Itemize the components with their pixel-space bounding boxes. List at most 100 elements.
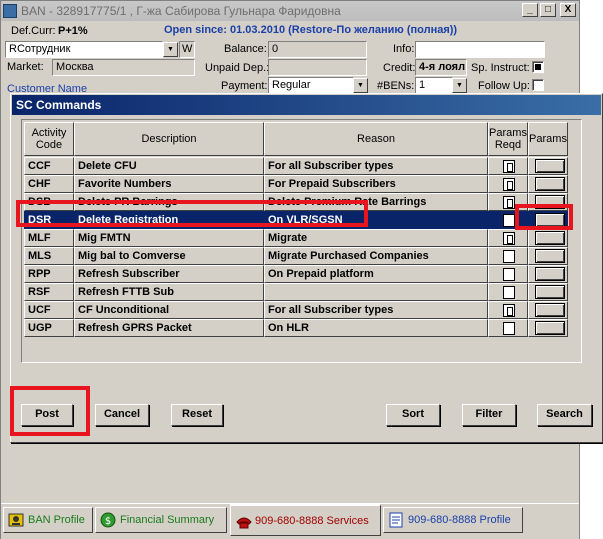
tab-financial-summary[interactable]: $ Financial Summary	[95, 507, 227, 533]
params-reqd-checkbox[interactable]	[503, 232, 515, 245]
table-row-selected[interactable]: DSR Delete Registration On VLR/SGSN	[24, 211, 580, 229]
cell-code: CCF	[24, 157, 74, 175]
col-header-reason[interactable]: Reason	[264, 122, 488, 156]
sp-instruct-checkbox[interactable]	[532, 61, 544, 73]
table-row[interactable]: CCF Delete CFU For all Subscriber types	[24, 157, 580, 175]
sort-button[interactable]: Sort	[386, 404, 440, 426]
tab-services[interactable]: 909-680-8888 Services	[230, 504, 381, 536]
filter-button[interactable]: Filter	[462, 404, 516, 426]
cell-code: UCF	[24, 301, 74, 319]
params-button[interactable]	[535, 177, 565, 191]
tab-label: Financial Summary	[120, 514, 215, 526]
cell-params-reqd	[488, 319, 528, 337]
post-button[interactable]: Post	[21, 404, 73, 426]
params-reqd-checkbox[interactable]	[503, 304, 515, 317]
cancel-button[interactable]: Cancel	[95, 404, 149, 426]
table-row[interactable]: RSF Refresh FTTB Sub	[24, 283, 580, 301]
minimize-button[interactable]: _	[522, 3, 538, 17]
params-button[interactable]	[535, 231, 565, 245]
params-reqd-checkbox[interactable]	[503, 214, 515, 227]
params-button[interactable]	[535, 195, 565, 209]
cell-reason: On Prepaid platform	[264, 265, 488, 283]
cell-code: RPP	[24, 265, 74, 283]
maximize-button[interactable]: □	[540, 3, 556, 17]
cell-params-reqd	[488, 229, 528, 247]
col-header-description[interactable]: Description	[74, 122, 264, 156]
params-button[interactable]	[535, 321, 565, 335]
follow-up-checkbox[interactable]	[532, 79, 544, 91]
params-reqd-checkbox[interactable]	[503, 268, 515, 281]
bens-dropdown-arrow-icon[interactable]: ▼	[452, 78, 467, 93]
cell-params-reqd	[488, 211, 528, 229]
table-row[interactable]: CHF Favorite Numbers For Prepaid Subscri…	[24, 175, 580, 193]
search-button[interactable]: Search	[537, 404, 592, 426]
table-row[interactable]: UCF CF Unconditional For all Subscriber …	[24, 301, 580, 319]
params-reqd-checkbox[interactable]	[503, 178, 515, 191]
cell-code: UGP	[24, 319, 74, 337]
bens-combo[interactable]: 1	[415, 77, 453, 94]
params-button[interactable]	[535, 303, 565, 317]
cell-params	[528, 175, 568, 193]
table-row[interactable]: MLF Mig FMTN Migrate	[24, 229, 580, 247]
cell-description: Delete CFU	[74, 157, 264, 175]
cell-params	[528, 247, 568, 265]
col-header-params[interactable]: Params	[528, 122, 568, 156]
tab-label: BAN Profile	[28, 514, 85, 526]
balance-label: Balance:	[224, 43, 267, 55]
app-icon	[3, 4, 17, 18]
market-field: Москва	[52, 59, 195, 76]
cell-params	[528, 301, 568, 319]
tab-ban-profile[interactable]: BAN Profile	[3, 507, 93, 533]
bens-label: #BENs:	[377, 80, 415, 92]
params-reqd-checkbox[interactable]	[503, 322, 515, 335]
params-reqd-checkbox[interactable]	[503, 250, 515, 263]
params-button[interactable]	[535, 213, 565, 227]
params-button[interactable]	[535, 285, 565, 299]
role-dropdown-arrow-icon[interactable]: ▼	[163, 42, 178, 57]
cell-params	[528, 283, 568, 301]
table-row[interactable]: RPP Refresh Subscriber On Prepaid platfo…	[24, 265, 580, 283]
balance-field: 0	[268, 41, 367, 58]
table-row[interactable]: MLS Mig bal to Comverse Migrate Purchase…	[24, 247, 580, 265]
info-field[interactable]	[415, 41, 545, 58]
cell-params	[528, 157, 568, 175]
dialog-title: SC Commands	[12, 95, 601, 115]
params-reqd-checkbox[interactable]	[503, 286, 515, 299]
params-button[interactable]	[535, 159, 565, 173]
payment-combo[interactable]: Regular	[268, 77, 354, 94]
role-suffix-field: W	[179, 41, 195, 58]
role-combo[interactable]: RСотрудник	[5, 41, 163, 58]
info-label: Info:	[393, 43, 415, 55]
cell-params	[528, 265, 568, 283]
cell-reason: On HLR	[264, 319, 488, 337]
cell-reason: For all Subscriber types	[264, 301, 488, 319]
cell-description: Delete Registration	[74, 211, 264, 229]
cell-reason: On VLR/SGSN	[264, 211, 488, 229]
table-row[interactable]: UGP Refresh GPRS Packet On HLR	[24, 319, 580, 337]
svg-text:$: $	[105, 516, 111, 527]
col-header-activity-code[interactable]: Activity Code	[24, 122, 74, 156]
table-row[interactable]: DSB Delete PR Barrings Delete Premium Ra…	[24, 193, 580, 211]
phone-icon	[235, 513, 252, 529]
params-reqd-checkbox[interactable]	[503, 196, 515, 209]
cell-code: DSR	[24, 211, 74, 229]
def-curr-label: Def.Curr:	[11, 25, 56, 37]
cell-description: Mig bal to Comverse	[74, 247, 264, 265]
credit-label: Credit:	[383, 62, 416, 74]
unpaid-dep-field	[268, 59, 367, 76]
params-reqd-checkbox[interactable]	[503, 160, 515, 173]
cell-code: RSF	[24, 283, 74, 301]
ban-titlebar: BAN - 328917775/1 , Г-жа Сабирова Гульна…	[1, 1, 579, 21]
follow-up-label: Follow Up:	[478, 80, 530, 92]
market-label: Market:	[7, 61, 44, 73]
reset-button[interactable]: Reset	[171, 404, 223, 426]
close-button[interactable]: X	[560, 3, 576, 17]
params-button[interactable]	[535, 249, 565, 263]
params-button[interactable]	[535, 267, 565, 281]
tab-profile[interactable]: 909-680-8888 Profile	[383, 507, 523, 533]
col-header-params-reqd[interactable]: Params Reqd	[488, 122, 528, 156]
cell-description: Refresh GPRS Packet	[74, 319, 264, 337]
cell-params-reqd	[488, 283, 528, 301]
def-curr-value: P+1%	[58, 25, 88, 37]
payment-dropdown-arrow-icon[interactable]: ▼	[353, 78, 368, 93]
